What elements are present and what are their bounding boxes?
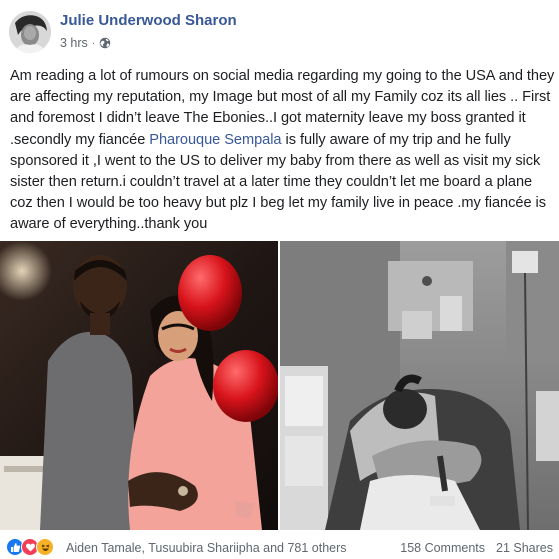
reaction-icons[interactable] [6, 538, 54, 556]
photo-hospital-bed[interactable] [280, 241, 559, 530]
post-body: Am reading a lot of rumours on social me… [10, 66, 555, 236]
post-header: Julie Underwood Sharon 3 hrs · [0, 0, 559, 62]
haha-icon [36, 538, 54, 556]
meta-separator: · [91, 37, 96, 49]
reacted-by-text[interactable]: Aiden Tamale, Tusuubira Shariipha and 78… [66, 541, 347, 555]
engagement-counts: 158 Comments 21 Shares [400, 541, 553, 555]
photo-couple-balloons[interactable] [0, 241, 278, 530]
globe-icon[interactable] [99, 37, 111, 49]
mention-link[interactable]: Pharouque Sempala [149, 132, 281, 148]
comments-count[interactable]: 158 Comments [400, 541, 485, 555]
shares-count[interactable]: 21 Shares [496, 541, 553, 555]
author-name[interactable]: Julie Underwood Sharon [60, 12, 237, 29]
photo-grid [0, 241, 559, 530]
avatar[interactable] [9, 11, 51, 53]
post-meta: 3 hrs · [60, 36, 111, 50]
post-time[interactable]: 3 hrs [60, 36, 88, 50]
post-footer: Aiden Tamale, Tusuubira Shariipha and 78… [0, 536, 559, 559]
